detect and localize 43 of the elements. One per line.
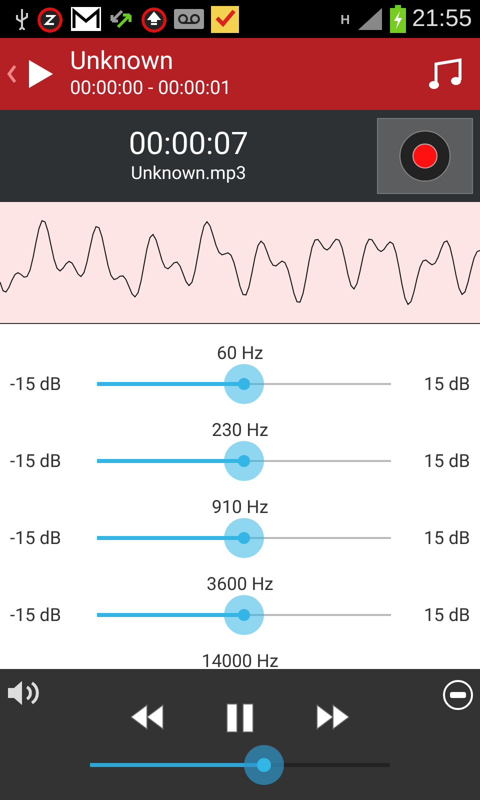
back-chevron-icon[interactable] [6,64,18,84]
record-icon [399,130,451,182]
slider-thumb[interactable] [224,441,264,481]
max-gain-label: 15 dB [422,374,471,394]
frequency-label: 230 Hz [212,419,268,443]
volume-icon[interactable] [6,679,40,707]
max-gain-label: 15 dB [422,604,471,626]
usb-icon [14,8,30,30]
min-gain-label: -15 dB [9,604,62,626]
signal-icon [356,6,384,32]
alarm-clock-icon [140,5,168,33]
mail-icon [70,6,102,32]
frequency-label: 3600 Hz [206,573,274,597]
frequency-label: 14000 Hz [202,650,278,669]
max-gain-label: 15 dB [422,528,471,548]
remove-icon[interactable] [442,679,474,711]
min-gain-label: -15 dB [9,450,62,472]
slider-thumb[interactable] [224,595,264,635]
min-gain-label: -15 dB [9,528,62,548]
elapsed-time: 00:00:07 [128,126,248,162]
music-note-icon[interactable] [428,58,462,90]
clock: 21:55 [412,5,472,33]
max-gain-label: 15 dB [422,450,471,472]
voicemail-icon [174,9,204,29]
alarm-clock-icon [36,5,64,33]
record-button[interactable] [377,118,473,194]
slider-thumb[interactable] [224,518,264,558]
file-name: Unknown.mp3 [130,162,246,186]
play-icon[interactable] [28,59,54,89]
rewind-button[interactable] [129,703,165,733]
min-gain-label: -15 dB [9,374,62,394]
battery-charging-icon [390,5,406,33]
track-time-range: 00:00:00 - 00:00:01 [70,76,232,100]
sync-arrows-icon [108,7,134,31]
frequency-label: 60 Hz [216,342,264,366]
network-type: H [340,12,350,26]
slider-thumb[interactable] [224,364,264,404]
fast-forward-button[interactable] [315,703,351,733]
frequency-label: 910 Hz [212,496,268,520]
slider-thumb[interactable] [244,745,284,785]
track-title: Unknown [70,48,174,76]
checklist-note-icon [210,4,240,34]
pause-button[interactable] [225,703,255,733]
